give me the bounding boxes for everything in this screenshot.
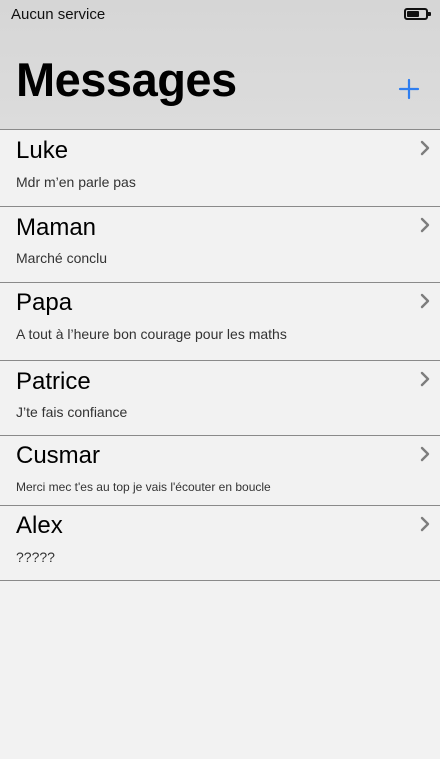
plus-icon xyxy=(398,78,420,100)
chevron-right-icon xyxy=(420,516,430,532)
conversation-row[interactable]: Alex ????? xyxy=(0,506,440,581)
contact-name: Papa xyxy=(16,289,73,316)
message-preview: Merci mec t'es au top je vais l'écouter … xyxy=(16,480,271,494)
message-preview: ????? xyxy=(16,549,55,565)
chevron-right-icon xyxy=(420,140,430,156)
message-preview: A tout à l’heure bon courage pour les ma… xyxy=(16,326,287,342)
chevron-right-icon xyxy=(420,446,430,462)
conversation-list: Luke Mdr m’en parle pas Maman Marché con… xyxy=(0,130,440,581)
contact-name: Cusmar xyxy=(16,442,101,469)
conversation-row[interactable]: Cusmar Merci mec t'es au top je vais l'é… xyxy=(0,436,440,506)
contact-name: Luke xyxy=(16,137,69,164)
chevron-right-icon xyxy=(420,371,430,387)
battery-level xyxy=(407,11,419,17)
message-preview: Marché conclu xyxy=(16,250,108,266)
message-preview: Mdr m’en parle pas xyxy=(16,174,136,190)
battery-icon xyxy=(404,8,431,20)
carrier-label: Aucun service xyxy=(11,6,106,23)
conversation-row[interactable]: Luke Mdr m’en parle pas xyxy=(0,130,440,207)
contact-name: Patrice xyxy=(16,368,91,395)
chevron-right-icon xyxy=(420,293,430,309)
conversation-row[interactable]: Papa A tout à l’heure bon courage pour l… xyxy=(0,283,440,361)
contact-name: Maman xyxy=(16,214,97,241)
chevron-right-icon xyxy=(420,217,430,233)
message-preview: J’te fais confiance xyxy=(16,404,128,420)
conversation-row[interactable]: Maman Marché conclu xyxy=(0,207,440,283)
navigation-header: Aucun service Messages xyxy=(0,0,440,130)
conversation-row[interactable]: Patrice J’te fais confiance xyxy=(0,361,440,436)
page-title: Messages xyxy=(16,53,237,106)
contact-name: Alex xyxy=(16,512,63,539)
new-message-button[interactable] xyxy=(392,72,426,106)
